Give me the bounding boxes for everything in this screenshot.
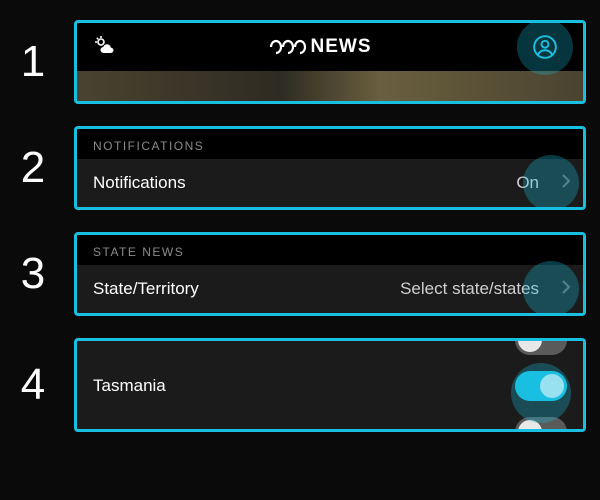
section-header: STATE NEWS xyxy=(77,235,583,265)
highlight-circle xyxy=(523,155,579,210)
step-1: 1 NEWS xyxy=(6,20,586,104)
toggle-switch[interactable] xyxy=(515,338,567,355)
list-item-partial xyxy=(77,413,583,429)
app-header: NEWS xyxy=(77,23,583,71)
state-territory-row[interactable]: State/Territory Select state/states xyxy=(77,265,583,313)
row-label: State/Territory xyxy=(93,279,199,299)
step-4: 4 Tasmania xyxy=(6,338,586,432)
brand-logo: NEWS xyxy=(269,36,372,58)
tutorial-overlay: 1 NEWS 2 NOT xyxy=(0,0,600,432)
state-label: Tasmania xyxy=(93,376,166,396)
brand-text: NEWS xyxy=(311,36,372,58)
abc-logo-icon xyxy=(269,38,307,56)
step-number: 3 xyxy=(6,249,60,299)
step-2: 2 NOTIFICATIONS Notifications On xyxy=(6,126,586,210)
state-news-panel: STATE NEWS State/Territory Select state/… xyxy=(74,232,586,316)
row-value: Select state/states xyxy=(400,279,539,299)
highlight-circle xyxy=(511,363,571,423)
step-number: 1 xyxy=(6,37,60,87)
step-number: 2 xyxy=(6,143,60,193)
highlight-circle xyxy=(523,261,579,316)
hero-image xyxy=(77,71,583,101)
section-header: NOTIFICATIONS xyxy=(77,129,583,159)
notifications-panel: NOTIFICATIONS Notifications On xyxy=(74,126,586,210)
weather-icon[interactable] xyxy=(93,35,117,60)
step-number: 4 xyxy=(6,360,60,410)
profile-button[interactable] xyxy=(523,25,567,69)
notifications-row[interactable]: Notifications On xyxy=(77,159,583,207)
row-label: Notifications xyxy=(93,173,186,193)
list-item-partial xyxy=(77,341,583,359)
step-3: 3 STATE NEWS State/Territory Select stat… xyxy=(6,232,586,316)
header-panel: NEWS xyxy=(74,20,586,104)
state-row-tasmania[interactable]: Tasmania xyxy=(77,359,583,413)
highlight-circle xyxy=(517,20,573,75)
states-toggle-panel: Tasmania xyxy=(74,338,586,432)
